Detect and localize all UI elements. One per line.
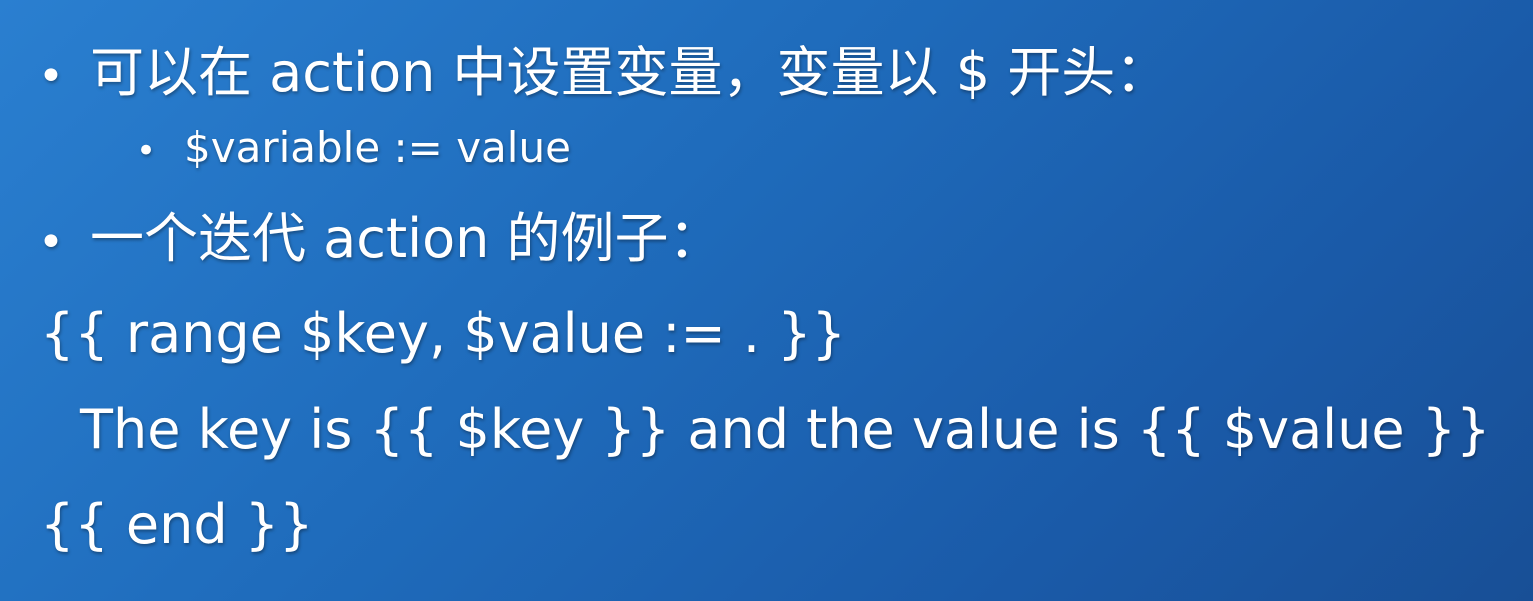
bullet-item-set-variable: • 可以在 action 中设置变量，变量以 $ 开头：	[38, 38, 1169, 112]
sub-bullet-item-variable-syntax: • $variable := value	[136, 120, 571, 179]
code-line-range: {{ range $key, $value := . }}	[40, 302, 846, 365]
code-line-body: The key is {{ $key }} and the value is {…	[80, 398, 1491, 461]
bullet-icon: •	[38, 51, 64, 102]
slide: • 可以在 action 中设置变量，变量以 $ 开头： • $variable :…	[0, 0, 1533, 601]
sub-bullet-icon: •	[136, 131, 157, 171]
bullet-item-iteration-example: • 一个迭代 action 的例子：	[38, 204, 723, 278]
sub-bullet-text: $variable := value	[184, 123, 571, 172]
bullet-icon: •	[38, 217, 64, 268]
bullet-text: 可以在 action 中设置变量，变量以 $ 开头：	[90, 41, 1170, 104]
code-line-end: {{ end }}	[40, 493, 314, 556]
bullet-text: 一个迭代 action 的例子：	[90, 207, 723, 270]
